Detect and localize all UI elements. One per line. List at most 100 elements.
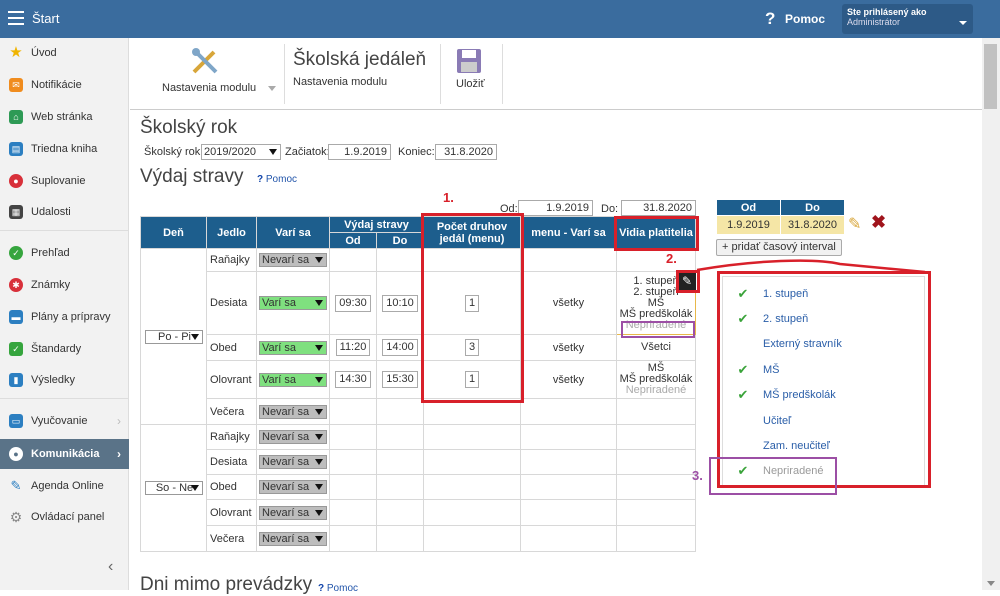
- plat-value-grey: Nepriradené: [625, 384, 687, 396]
- day-select[interactable]: So - Ne: [144, 481, 203, 495]
- add-interval-button[interactable]: + pridať časový interval: [716, 239, 842, 256]
- meal-name: Raňajky: [206, 248, 257, 272]
- user-menu[interactable]: Ste prihlásený ako Administrátor: [842, 4, 973, 34]
- sidebar-item-standardy[interactable]: ✓ Štandardy: [0, 336, 129, 362]
- interval-do-value[interactable]: 31.8.2020: [780, 215, 845, 235]
- vari-select[interactable]: Nevarí sa: [259, 480, 327, 494]
- sidebar-item-ovladaci-panel[interactable]: ⚙ Ovládací panel: [0, 504, 129, 530]
- book-icon: ▤: [9, 142, 23, 156]
- sidebar-item-prehlad[interactable]: ✓ Prehľad: [0, 240, 129, 266]
- do-cell: [376, 474, 424, 500]
- footer-help-link[interactable]: ? Pomoc: [318, 583, 358, 594]
- header-menu: menu - Varí sa: [520, 216, 617, 249]
- sidebar-item-uvod[interactable]: ★ Úvod: [0, 40, 129, 66]
- user-role: Administrátor: [847, 17, 901, 27]
- sidebar-item-label: Prehľad: [31, 247, 70, 259]
- table-row: Desiata Nevarí sa: [141, 449, 696, 475]
- save-button[interactable]: Uložiť: [452, 46, 492, 96]
- sidebar-item-znamky[interactable]: ✱ Známky: [0, 272, 129, 298]
- vari-cell: Nevarí sa: [256, 248, 330, 272]
- footer-help-label: Pomoc: [326, 583, 359, 594]
- vari-select[interactable]: Nevarí sa: [259, 455, 327, 469]
- edit-interval-icon[interactable]: ✎: [848, 214, 861, 234]
- sidebar-item-suplovanie[interactable]: ● Suplovanie: [0, 168, 129, 194]
- annotation-box-popup: [717, 271, 931, 488]
- plat-cell: [616, 499, 696, 526]
- top-bar: Štart ? Pomoc Ste prihlásený ako Adminis…: [0, 0, 1000, 38]
- chevron-down-icon: [315, 509, 323, 516]
- sidebar-item-komunikacia[interactable]: ● Komunikácia ›: [0, 439, 129, 469]
- chevron-down-icon: [315, 434, 323, 440]
- header-do: Do: [376, 232, 424, 249]
- table-row: Olovrant Nevarí sa: [141, 499, 696, 526]
- od-time-input[interactable]: 14:30: [335, 371, 371, 388]
- od-time-input[interactable]: 11:20: [335, 339, 371, 356]
- sidebar-item-label: Suplovanie: [31, 175, 86, 187]
- vari-cell: Nevarí sa: [256, 499, 330, 526]
- vydaj-help-link[interactable]: ? Pomoc: [257, 174, 297, 185]
- end-date-input[interactable]: 31.8.2020: [435, 144, 497, 160]
- meal-name: Olovrant: [206, 360, 257, 399]
- annotation-box-1: [421, 213, 524, 403]
- vari-cell: Nevarí sa: [256, 424, 330, 450]
- vari-value: Nevarí sa: [262, 481, 310, 493]
- vari-select[interactable]: Nevarí sa: [259, 253, 327, 267]
- sidebar-item-notifikacie[interactable]: ✉ Notifikácie: [0, 72, 129, 98]
- menu-cell: [520, 248, 617, 272]
- chevron-down-icon: [959, 21, 967, 25]
- menu-cell: všetky: [520, 271, 617, 335]
- vari-select[interactable]: Nevarí sa: [259, 505, 327, 520]
- school-year-heading: Školský rok: [140, 117, 238, 138]
- vari-select[interactable]: Varí sa: [259, 296, 327, 310]
- briefcase-icon: ▬: [9, 310, 23, 324]
- interval-od-value[interactable]: 1.9.2019: [716, 215, 781, 235]
- od-date-input[interactable]: 1.9.2019: [518, 200, 593, 216]
- vari-select[interactable]: Nevarí sa: [259, 430, 327, 444]
- header-vari: Varí sa: [256, 216, 330, 249]
- help-icon[interactable]: ?: [765, 9, 775, 29]
- sidebar-item-udalosti[interactable]: ▦ Udalosti: [0, 199, 129, 225]
- od-time-input[interactable]: 09:30: [335, 294, 371, 312]
- vertical-scrollbar[interactable]: [982, 38, 1000, 590]
- do-time-input[interactable]: 10:10: [382, 294, 418, 312]
- chevron-down-icon: [315, 535, 323, 542]
- app-title[interactable]: Štart: [32, 11, 59, 26]
- do-date-input[interactable]: 31.8.2020: [621, 200, 696, 216]
- do-time-input[interactable]: 15:30: [382, 371, 418, 388]
- sidebar-item-vysledky[interactable]: ▮ Výsledky: [0, 367, 129, 393]
- sidebar-item-triedna-kniha[interactable]: ▤ Triedna kniha: [0, 136, 129, 162]
- chat-icon: ●: [9, 447, 23, 461]
- table-row: Po - Pi Raňajky Nevarí sa: [140, 248, 696, 425]
- start-date-input[interactable]: 1.9.2019: [328, 144, 391, 160]
- sidebar-item-label: Výsledky: [31, 374, 76, 386]
- scroll-down-icon[interactable]: [987, 581, 995, 586]
- sidebar-item-label: Triedna kniha: [31, 143, 98, 155]
- help-link[interactable]: Pomoc: [785, 12, 825, 26]
- hamburger-menu-icon[interactable]: [8, 11, 24, 25]
- settings-tool-button[interactable]: Nastavenia modulu: [160, 44, 280, 94]
- person-icon: ●: [9, 174, 23, 188]
- sidebar-item-plany[interactable]: ▬ Plány a prípravy: [0, 304, 129, 330]
- vari-select[interactable]: Varí sa: [259, 372, 327, 387]
- day-select[interactable]: Po - Pi: [144, 329, 203, 344]
- sidebar-item-web-stranka[interactable]: ⌂ Web stránka: [0, 104, 129, 130]
- plat-cell: [616, 525, 696, 552]
- do-time-input[interactable]: 14:00: [382, 339, 418, 356]
- school-year-select[interactable]: 2019/2020: [201, 144, 281, 160]
- sidebar-item-agenda[interactable]: ✎ Agenda Online: [0, 473, 129, 499]
- od-cell: [329, 499, 377, 526]
- delete-interval-icon[interactable]: ✖: [871, 212, 886, 233]
- collapse-sidebar-icon[interactable]: ‹: [108, 558, 113, 576]
- sidebar-item-vyucovanie[interactable]: ▭ Vyučovanie ›: [0, 408, 129, 434]
- annotation-number-3: 3.: [692, 468, 703, 483]
- sidebar-divider: [0, 230, 129, 231]
- vari-select[interactable]: Varí sa: [259, 340, 327, 355]
- vari-select[interactable]: Nevarí sa: [259, 404, 327, 419]
- table-row: So - Ne Raňajky Nevarí sa: [140, 424, 696, 552]
- scrollbar-thumb[interactable]: [984, 44, 997, 109]
- gear-icon: ⚙: [9, 509, 23, 525]
- vari-select[interactable]: Nevarí sa: [259, 531, 327, 546]
- calendar-icon: ▦: [9, 205, 23, 219]
- menu-cell: všetky: [520, 360, 617, 399]
- chevron-down-icon: [315, 459, 323, 465]
